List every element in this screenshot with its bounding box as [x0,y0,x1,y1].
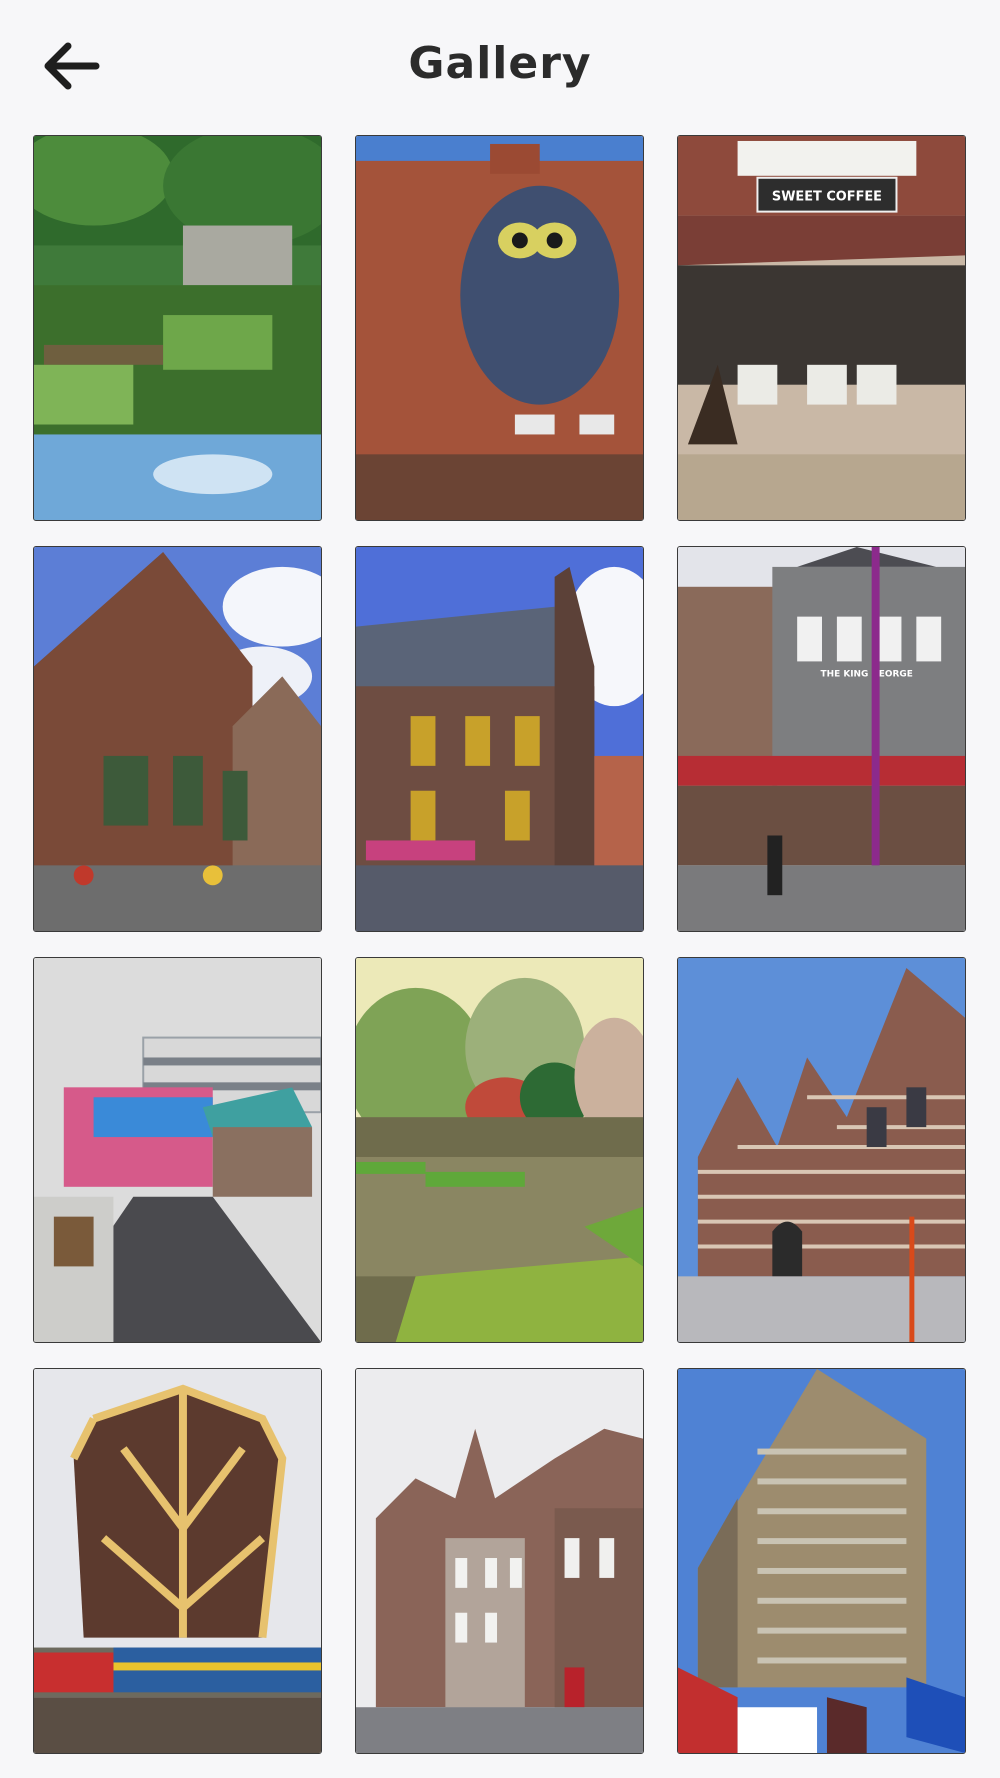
photo-thumbnail[interactable]: THE KING GEORGE [677,546,966,932]
photo-thumbnail[interactable] [33,135,322,521]
brick-house-image [34,547,321,931]
photo-thumbnail[interactable] [355,957,644,1343]
photo-thumbnail[interactable] [33,957,322,1343]
app-header: Gallery [0,0,1000,135]
park-pond-image [356,958,643,1342]
photo-thumbnail[interactable] [33,546,322,932]
page-title: Gallery [408,38,592,89]
pond-garden-image [34,136,321,520]
tall-tower-image [678,1369,965,1753]
photo-thumbnail[interactable]: SWEET COFFEE [677,135,966,521]
town-hall-image [356,547,643,931]
photo-thumbnail[interactable] [677,957,966,1343]
photo-thumbnail[interactable] [355,1368,644,1754]
fairground-street-image [34,958,321,1342]
stone-houses-image [356,1369,643,1753]
striped-building-image [678,958,965,1342]
pub-square-image: THE KING GEORGE [678,547,965,931]
lattice-tower-image [34,1369,321,1753]
cafe-terrace-image: SWEET COFFEE [678,136,965,520]
pub-sign-text: THE KING GEORGE [821,669,913,679]
owl-mural-image [356,136,643,520]
photo-thumbnail[interactable] [355,546,644,932]
photo-thumbnail[interactable] [677,1368,966,1754]
photo-thumbnail[interactable] [355,135,644,521]
cafe-sign-text: SWEET COFFEE [772,190,882,205]
photo-grid: SWEET COFFEE THE KING GEORGE [33,135,966,1754]
photo-thumbnail[interactable] [33,1368,322,1754]
